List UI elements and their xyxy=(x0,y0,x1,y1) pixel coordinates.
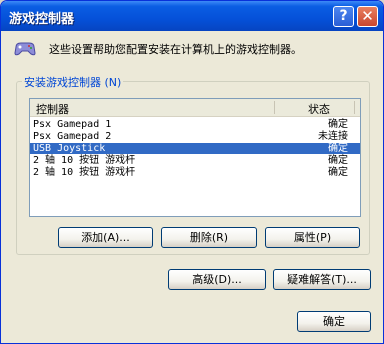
ok-button[interactable]: 确定 xyxy=(297,311,371,332)
remove-button[interactable]: 删除(R) xyxy=(161,227,257,248)
window-title: 游戏控制器 xyxy=(9,12,75,27)
title-bar[interactable]: 游戏控制器 ? ✕ xyxy=(1,1,383,31)
list-item[interactable]: USB Joystick 确定 xyxy=(30,143,360,154)
list-item[interactable]: 2 轴 10 按钮 游戏杆 确定 xyxy=(30,155,360,166)
controller-status: 确定 xyxy=(328,119,348,130)
description-text: 这些设置帮助您配置安装在计算机上的游戏控制器。 xyxy=(49,43,302,56)
controllers-list[interactable]: 控制器 状态 Psx Gamepad 1 确定 Psx Gamepad 2 未连… xyxy=(29,98,361,217)
close-button[interactable]: ✕ xyxy=(357,6,378,27)
controller-status: 确定 xyxy=(328,143,348,154)
list-item[interactable]: 2 轴 10 按钮 游戏杆 确定 xyxy=(30,167,360,178)
help-button[interactable]: ? xyxy=(333,6,354,27)
gamepad-icon xyxy=(14,42,36,56)
controller-status: 确定 xyxy=(328,167,348,178)
controller-status: 确定 xyxy=(328,155,348,166)
controller-name: USB Joystick xyxy=(33,143,106,154)
controller-status: 未连接 xyxy=(318,131,348,142)
list-item[interactable]: Psx Gamepad 2 未连接 xyxy=(30,131,360,142)
controller-name: Psx Gamepad 2 xyxy=(33,131,112,142)
header-status[interactable]: 状态 xyxy=(308,101,330,117)
controller-name: 2 轴 10 按钮 游戏杆 xyxy=(33,167,136,178)
properties-button[interactable]: 属性(P) xyxy=(265,227,360,248)
header-divider[interactable] xyxy=(354,101,355,114)
controller-name: Psx Gamepad 1 xyxy=(33,119,112,130)
header-controller[interactable]: 控制器 xyxy=(36,101,69,117)
installed-controllers-label: 安装游戏控制器 (N) xyxy=(22,74,124,90)
advanced-button[interactable]: 高级(D)... xyxy=(168,269,266,290)
game-controllers-window: 游戏控制器 ? ✕ 这些设置帮助您配置安装在计算机上的游戏控制器。 安装游戏控制… xyxy=(0,0,384,344)
header-divider[interactable] xyxy=(274,101,275,114)
controller-name: 2 轴 10 按钮 游戏杆 xyxy=(33,155,136,166)
troubleshoot-button[interactable]: 疑难解答(T)... xyxy=(273,269,371,290)
list-item[interactable]: Psx Gamepad 1 确定 xyxy=(30,119,360,130)
add-button[interactable]: 添加(A)... xyxy=(58,227,153,248)
list-header: 控制器 状态 xyxy=(30,99,360,117)
